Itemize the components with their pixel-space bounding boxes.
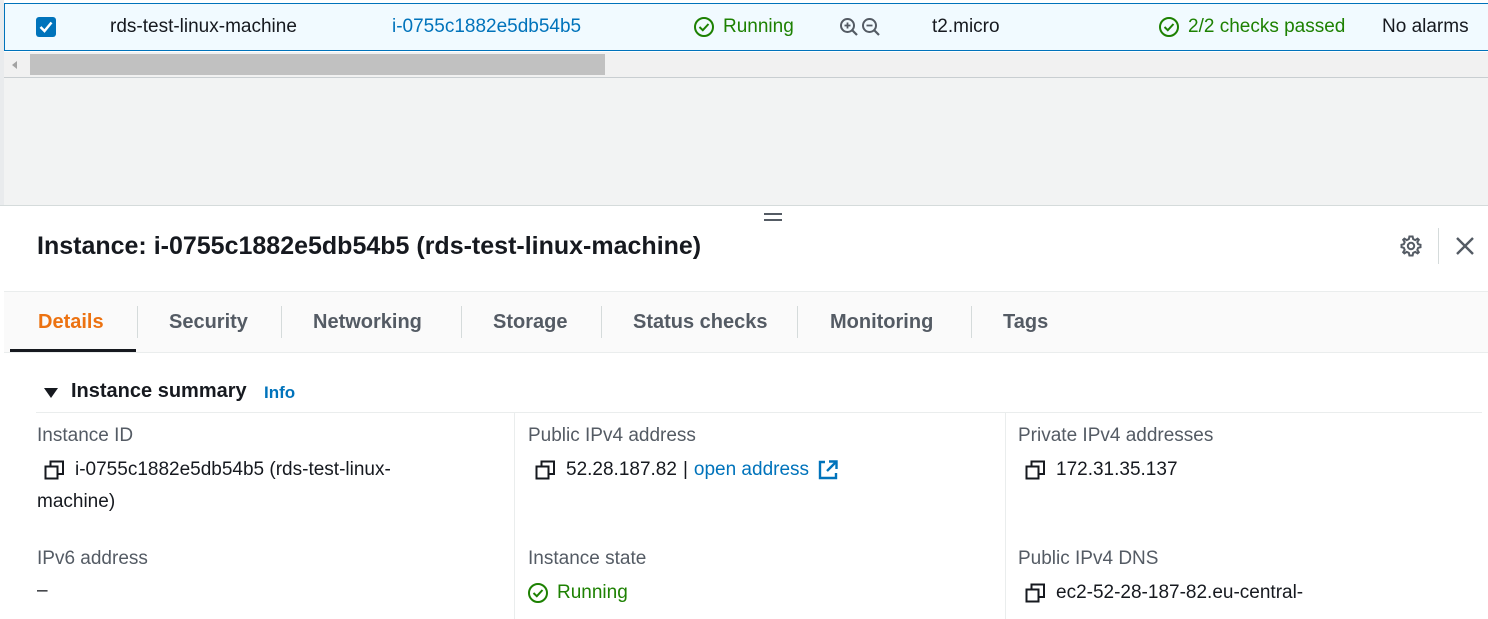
tab-monitoring[interactable]: Monitoring <box>830 291 933 353</box>
panel-title: Instance: i-0755c1882e5db54b5 (rds-test-… <box>37 232 702 260</box>
check-circle-icon <box>1159 17 1179 37</box>
table-empty-area <box>4 78 1488 205</box>
instance-id-link[interactable]: i-0755c1882e5db54b5 <box>392 4 581 50</box>
tab-details[interactable]: Details <box>38 291 104 353</box>
tab-separator <box>461 306 462 338</box>
private-ipv4-text: 172.31.35.137 <box>1056 459 1178 480</box>
zoom-in-icon[interactable] <box>839 17 859 37</box>
ipv6-value: – <box>37 580 48 601</box>
instance-id-text: i-0755c1882e5db54b5 (rds-test-linux- <box>75 459 391 480</box>
zoom-controls <box>839 4 881 50</box>
tab-networking[interactable]: Networking <box>313 291 422 353</box>
tab-status-checks[interactable]: Status checks <box>633 291 768 353</box>
tab-storage[interactable]: Storage <box>493 291 567 353</box>
tab-tags[interactable]: Tags <box>1003 291 1048 353</box>
public-ipv4-text: 52.28.187.82 <box>566 459 677 480</box>
status-check-text: 2/2 checks passed <box>1188 16 1346 37</box>
active-tab-indicator <box>10 349 136 352</box>
status-check-cell: 2/2 checks passed <box>1158 4 1360 50</box>
instance-state-text: Running <box>723 16 794 37</box>
value-separator: | <box>682 459 688 480</box>
scrollbar-thumb[interactable] <box>30 54 605 75</box>
public-ipv4-label: Public IPv4 address <box>528 425 696 446</box>
split-divider <box>0 205 1488 206</box>
external-link-icon[interactable] <box>817 459 839 481</box>
tab-separator <box>971 306 972 338</box>
copy-icon[interactable] <box>1025 460 1046 481</box>
private-ipv4-label: Private IPv4 addresses <box>1018 425 1214 446</box>
close-panel-button[interactable] <box>1452 233 1478 259</box>
instance-type-cell: t2.micro <box>932 16 1000 37</box>
alarm-status-cell: No alarms <box>1382 16 1469 37</box>
instance-id-label: Instance ID <box>37 425 134 446</box>
copy-icon[interactable] <box>44 460 65 481</box>
table-row[interactable]: rds-test-linux-machine i-0755c1882e5db54… <box>4 3 1488 51</box>
tab-separator <box>281 306 282 338</box>
drag-handle-icon[interactable] <box>764 213 782 223</box>
open-address-link[interactable]: open address <box>694 459 809 481</box>
zoom-out-icon[interactable] <box>861 17 881 37</box>
tab-separator <box>601 306 602 338</box>
tab-security[interactable]: Security <box>169 291 248 353</box>
row-checkbox[interactable] <box>36 17 56 37</box>
check-circle-icon <box>528 583 548 603</box>
section-title[interactable]: Instance summary <box>71 380 247 403</box>
public-ipv4-value: 52.28.187.82 | open address <box>535 457 839 483</box>
private-ipv4-value: 172.31.35.137 <box>1025 457 1178 483</box>
public-dns-text: ec2-52-28-187-82.eu-central- <box>1056 582 1304 603</box>
settings-button[interactable] <box>1398 233 1424 259</box>
gear-icon <box>1400 235 1422 257</box>
info-link[interactable]: Info <box>264 383 295 403</box>
instance-state-value: Running <box>527 580 628 606</box>
copy-icon[interactable] <box>1025 583 1046 604</box>
public-dns-label: Public IPv4 DNS <box>1018 548 1159 569</box>
check-circle-icon <box>694 17 714 37</box>
column-divider <box>514 413 515 619</box>
checkmark-icon <box>39 21 53 33</box>
column-divider <box>1005 413 1006 619</box>
public-dns-value: ec2-52-28-187-82.eu-central- <box>1025 580 1303 606</box>
tab-separator <box>137 306 138 338</box>
instance-state-cell: Running <box>693 4 794 50</box>
tab-separator <box>797 306 798 338</box>
instance-name-cell: rds-test-linux-machine <box>110 16 297 37</box>
header-divider <box>1438 228 1439 264</box>
instance-id-value: i-0755c1882e5db54b5 (rds-test-linux- <box>44 457 391 483</box>
instance-state-text: Running <box>557 582 628 603</box>
section-divider <box>36 412 1482 413</box>
left-border <box>0 0 4 205</box>
collapse-caret-icon[interactable] <box>44 388 58 398</box>
instance-id-text-wrap: machine) <box>37 491 116 512</box>
instance-state-label: Instance state <box>528 548 647 569</box>
scroll-left-icon[interactable] <box>12 61 17 69</box>
copy-icon[interactable] <box>535 460 556 481</box>
ipv6-label: IPv6 address <box>37 548 148 569</box>
close-icon <box>1456 237 1474 255</box>
horizontal-scrollbar[interactable] <box>4 52 1488 78</box>
